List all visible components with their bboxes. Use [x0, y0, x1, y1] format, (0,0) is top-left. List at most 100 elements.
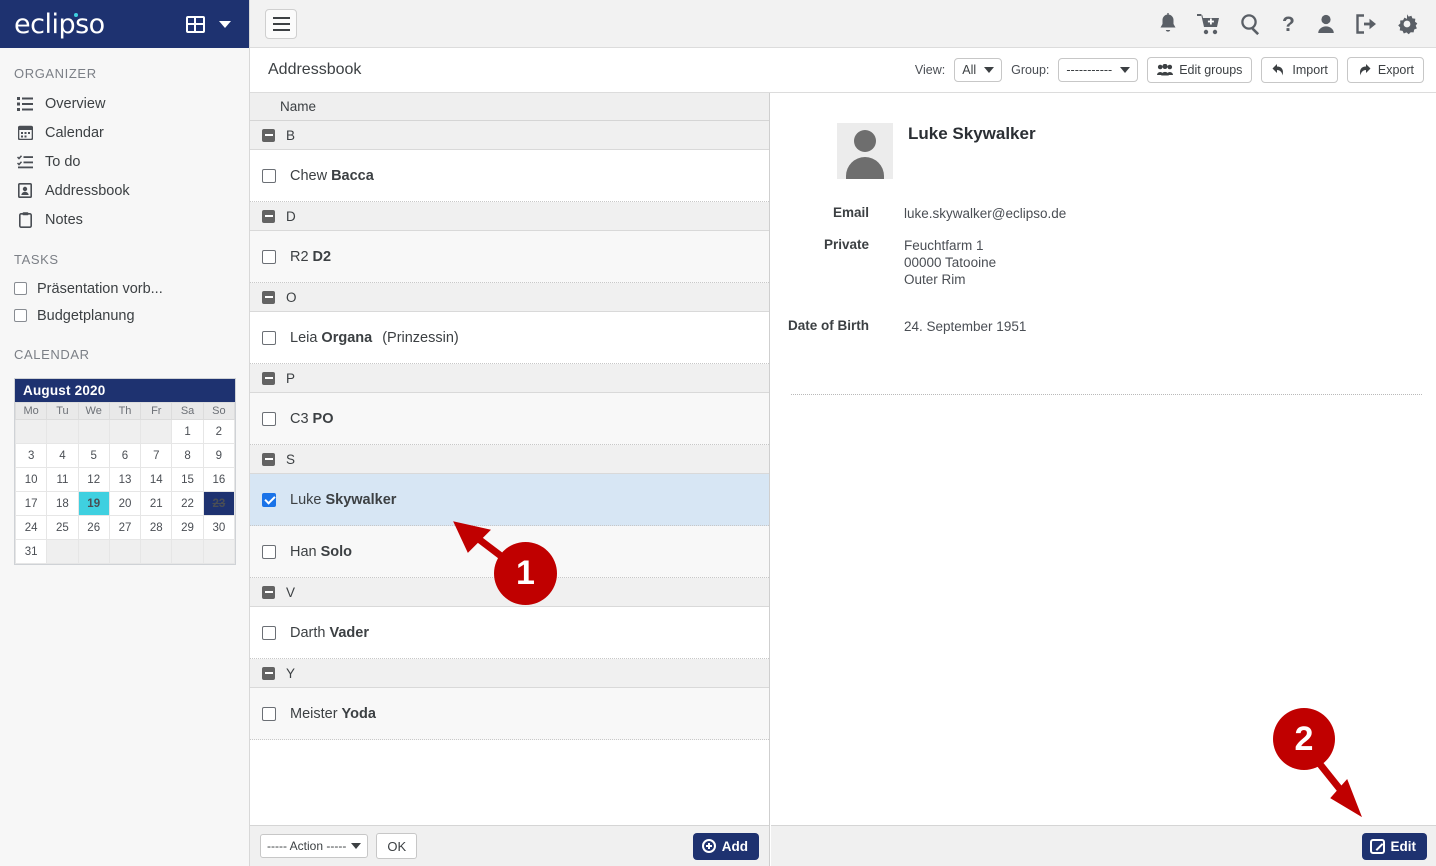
table-row[interactable]: Darth Vader	[250, 607, 769, 659]
contact-checkbox[interactable]	[262, 625, 276, 640]
calendar-day-cell[interactable]: 13	[108, 467, 142, 492]
apps-grid-icon[interactable]	[186, 15, 205, 33]
import-button[interactable]: Import	[1261, 57, 1338, 83]
hamburger-menu-icon[interactable]	[265, 8, 297, 39]
pencil-edit-icon	[1369, 838, 1385, 854]
collapse-minus-icon[interactable]	[262, 209, 275, 223]
mini-calendar[interactable]: August 2020 Mo Tu We Th Fr Sa So 1234567…	[14, 378, 236, 565]
user-icon[interactable]	[1316, 13, 1336, 35]
logo-accent-dot	[74, 12, 78, 17]
calendar-day-cell[interactable]: 7	[140, 443, 173, 468]
contact-last-name: Organa	[321, 329, 373, 346]
cart-plus-icon[interactable]	[1197, 13, 1221, 35]
task-checkbox[interactable]	[14, 309, 27, 322]
calendar-day-cell[interactable]: 21	[140, 491, 173, 516]
calendar-day-cell[interactable]: 24	[14, 515, 48, 540]
table-row[interactable]: R2 D2	[250, 231, 769, 283]
ok-button[interactable]: OK	[376, 833, 418, 859]
add-button[interactable]: Add	[692, 832, 759, 860]
group-header-row[interactable]: Y	[250, 659, 769, 688]
calendar-day-cell[interactable]: 31	[14, 539, 48, 564]
calendar-day-cell[interactable]: 3	[14, 443, 48, 468]
help-icon[interactable]: ?	[1281, 13, 1297, 35]
calendar-day-cell[interactable]: 25	[46, 515, 79, 540]
group-header-row[interactable]: O	[250, 283, 769, 312]
table-row[interactable]: Chew Bacca	[250, 150, 769, 202]
calendar-day-cell[interactable]: 23	[202, 491, 236, 516]
calendar-day-cell[interactable]: 29	[171, 515, 204, 540]
calendar-day-cell[interactable]: 19	[77, 491, 110, 516]
group-header-row[interactable]: P	[250, 364, 769, 393]
calendar-week-row: 17 18 19 20 21 22 23	[14, 491, 236, 516]
collapse-minus-icon[interactable]	[262, 666, 275, 680]
sidebar-item-todo[interactable]: To do	[0, 147, 249, 176]
contact-checkbox[interactable]	[262, 492, 276, 507]
table-row[interactable]: C3 PO	[250, 393, 769, 445]
calendar-day-cell[interactable]: 26	[77, 515, 110, 540]
task-checkbox[interactable]	[14, 282, 27, 295]
calendar-day-cell[interactable]: 12	[77, 467, 110, 492]
sidebar-item-calendar[interactable]: Calendar	[0, 118, 249, 147]
collapse-minus-icon[interactable]	[262, 452, 275, 466]
edit-button[interactable]: Edit	[1361, 832, 1427, 860]
calendar-day-cell[interactable]: 9	[202, 443, 236, 468]
search-icon[interactable]	[1240, 13, 1262, 35]
calendar-day-cell[interactable]: 28	[140, 515, 173, 540]
group-select[interactable]: -----------	[1058, 58, 1139, 82]
edit-groups-button[interactable]: Edit groups	[1147, 57, 1253, 83]
calendar-day-cell[interactable]: 18	[46, 491, 79, 516]
calendar-day-cell[interactable]: 8	[171, 443, 204, 468]
collapse-minus-icon[interactable]	[262, 290, 275, 304]
calendar-day-cell[interactable]: 16	[202, 467, 236, 492]
group-header-row[interactable]: D	[250, 202, 769, 231]
calendar-day-cell[interactable]: 22	[171, 491, 204, 516]
calendar-day-cell[interactable]: 4	[46, 443, 79, 468]
calendar-day-cell[interactable]: 11	[46, 467, 79, 492]
group-header-row[interactable]: S	[250, 445, 769, 474]
task-item[interactable]: Budgetplanung	[0, 302, 249, 329]
task-item[interactable]: Präsentation vorb...	[0, 275, 249, 302]
action-select[interactable]: ----- Action -----	[260, 834, 369, 858]
eclipso-logo[interactable]: eclipso	[14, 11, 105, 38]
collapse-minus-icon[interactable]	[262, 585, 275, 599]
contact-checkbox[interactable]	[262, 168, 276, 183]
sidebar-item-notes[interactable]: Notes	[0, 205, 249, 234]
sidebar-item-addressbook[interactable]: Addressbook	[0, 176, 249, 205]
contact-checkbox[interactable]	[262, 411, 276, 426]
calendar-day-cell[interactable]: 17	[14, 491, 48, 516]
import-arrow-icon	[1272, 64, 1284, 76]
calendar-day-cell[interactable]: 1	[171, 419, 204, 444]
group-header-row[interactable]: B	[250, 121, 769, 150]
contact-checkbox[interactable]	[262, 706, 276, 721]
calendar-day-cell[interactable]: 20	[108, 491, 142, 516]
calendar-day-cell[interactable]: 14	[140, 467, 173, 492]
contact-checkbox[interactable]	[262, 249, 276, 264]
collapse-minus-icon[interactable]	[262, 371, 275, 385]
view-select[interactable]: All	[954, 58, 1003, 82]
gear-icon[interactable]	[1396, 13, 1418, 35]
table-row[interactable]: Meister Yoda	[250, 688, 769, 740]
calendar-day-cell[interactable]: 2	[202, 419, 236, 444]
table-row[interactable]: Luke Skywalker	[250, 474, 769, 526]
sidebar-item-label: Calendar	[45, 124, 104, 141]
calendar-day-cell[interactable]: 5	[77, 443, 110, 468]
contact-last-name: D2	[312, 248, 332, 265]
svg-text:?: ?	[1282, 13, 1295, 35]
export-button[interactable]: Export	[1346, 57, 1424, 83]
calendar-day-cell[interactable]: 15	[171, 467, 204, 492]
contact-checkbox[interactable]	[262, 330, 276, 345]
contact-list-scroll[interactable]: B Chew Bacca D R2 D2 O Leia Organa (Prinzessin) P C…	[250, 121, 769, 825]
logout-icon[interactable]	[1355, 13, 1377, 35]
calendar-icon	[14, 125, 36, 140]
calendar-day-cell[interactable]: 27	[108, 515, 142, 540]
calendar-day-cell[interactable]: 10	[14, 467, 48, 492]
table-row[interactable]: Leia Organa (Prinzessin)	[250, 312, 769, 364]
contact-checkbox[interactable]	[262, 544, 276, 559]
chevron-down-icon[interactable]	[219, 20, 231, 28]
bell-icon[interactable]	[1158, 12, 1178, 35]
detail-field-value: 24. September 1951	[904, 319, 1027, 334]
sidebar-item-overview[interactable]: Overview	[0, 89, 249, 118]
calendar-day-cell[interactable]: 6	[108, 443, 142, 468]
collapse-minus-icon[interactable]	[262, 128, 275, 142]
calendar-day-cell[interactable]: 30	[202, 515, 236, 540]
